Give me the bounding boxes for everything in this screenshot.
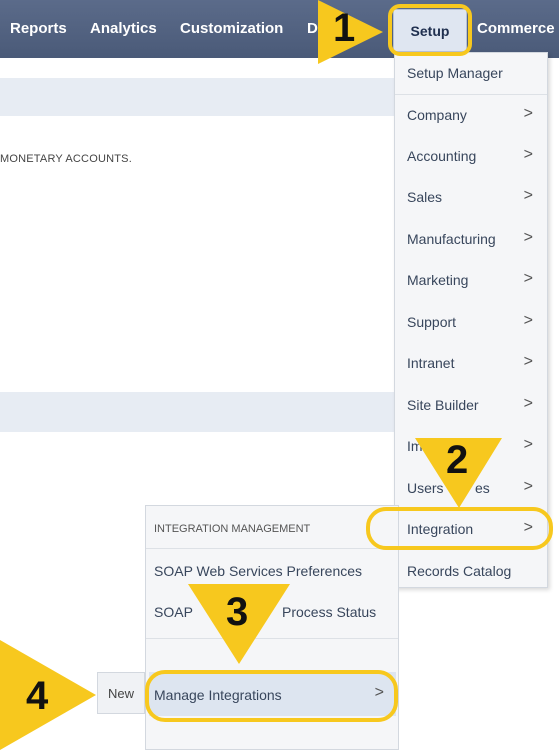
step-arrows-overlay — [0, 0, 502, 750]
step-3-label: 3 — [226, 590, 249, 634]
step-4-label: 4 — [26, 674, 49, 718]
step-1-label: 1 — [333, 6, 356, 50]
step-2-label: 2 — [446, 438, 469, 482]
